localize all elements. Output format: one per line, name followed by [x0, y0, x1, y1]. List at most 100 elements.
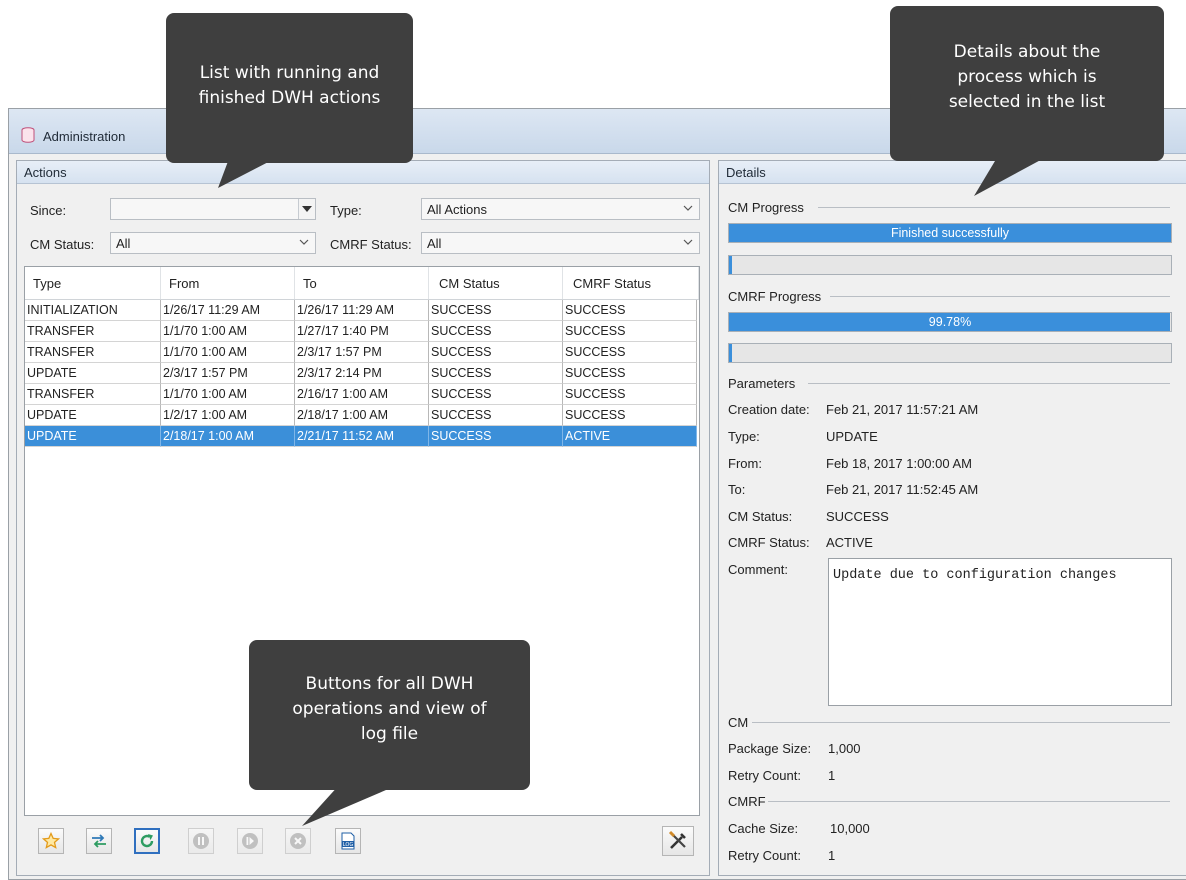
cell-cm-status: SUCCESS	[429, 300, 563, 321]
param-cm-status-value: SUCCESS	[826, 509, 889, 524]
table-row[interactable]: TRANSFER 1/1/70 1:00 AM 2/16/17 1:00 AM SUC…	[25, 384, 697, 405]
column-header-from[interactable]: From	[161, 267, 295, 299]
param-from-label: From:	[728, 456, 762, 471]
cell-type: UPDATE	[25, 405, 161, 426]
cmrf-status-select[interactable]: All	[421, 232, 700, 254]
since-dropdown-button[interactable]	[298, 199, 315, 219]
chevron-down-icon	[683, 239, 693, 245]
resume-icon	[242, 833, 258, 849]
parameters-label: Parameters	[728, 376, 796, 391]
separator	[808, 383, 1170, 384]
cmrf-section-label: CMRF	[728, 794, 766, 809]
cell-cm-status: SUCCESS	[429, 426, 563, 447]
cell-cmrf-status: ACTIVE	[563, 426, 697, 447]
cm-progress-bar: Finished successfully	[728, 223, 1172, 243]
cell-to: 2/3/17 2:14 PM	[295, 363, 429, 384]
cm-section-label: CM	[728, 715, 749, 730]
cell-cm-status: SUCCESS	[429, 321, 563, 342]
log-icon-text: LOG	[343, 842, 354, 848]
transfer-button[interactable]	[86, 828, 112, 854]
creation-date-label: Creation date:	[728, 402, 810, 417]
cmrf-progress-bar: 99.78%	[728, 312, 1172, 332]
cell-type: TRANSFER	[25, 342, 161, 363]
param-cm-status-label: CM Status:	[728, 509, 793, 524]
package-size-value: 1,000	[828, 741, 861, 756]
cell-cmrf-status: SUCCESS	[563, 384, 697, 405]
settings-button[interactable]	[662, 826, 694, 856]
param-cmrf-status-value: ACTIVE	[826, 535, 873, 550]
log-icon: LOG	[341, 832, 355, 850]
details-panel-title: Details	[726, 165, 766, 180]
table-row[interactable]: TRANSFER 1/1/70 1:00 AM 1/27/17 1:40 PM SUC…	[25, 321, 697, 342]
cm-progress-label: CM Progress	[728, 200, 804, 215]
package-size-label: Package Size:	[728, 741, 812, 756]
cmrf-retry-count-value: 1	[828, 848, 836, 863]
cm-status-select[interactable]: All	[110, 232, 316, 254]
column-header-to[interactable]: To	[295, 267, 429, 299]
actions-panel-title: Actions	[24, 165, 67, 180]
new-action-button[interactable]	[38, 828, 64, 854]
cell-type: INITIALIZATION	[25, 300, 161, 321]
cell-cmrf-status: SUCCESS	[563, 405, 697, 426]
column-header-type[interactable]: Type	[25, 267, 161, 299]
callout-list: List with running and finished DWH actio…	[166, 13, 413, 163]
type-select[interactable]: All Actions	[421, 198, 700, 220]
cell-to: 1/26/17 11:29 AM	[295, 300, 429, 321]
cmrf-progress-text: 99.78%	[928, 315, 972, 329]
table-row[interactable]: UPDATE 2/3/17 1:57 PM 2/3/17 2:14 PM SUCCES…	[25, 363, 697, 384]
column-header-cmrf-status[interactable]: CMRF Status	[563, 267, 699, 299]
comment-field[interactable]: Update due to configuration changes	[828, 558, 1172, 706]
cell-cmrf-status: SUCCESS	[563, 321, 697, 342]
transfer-icon	[92, 834, 106, 848]
dropdown-arrow-icon	[302, 206, 312, 212]
type-label: Type:	[330, 203, 362, 218]
callout-list-line: List with running and	[199, 63, 380, 83]
table-row[interactable]: INITIALIZATION 1/26/17 11:29 AM 1/26/17 11…	[25, 300, 697, 321]
callout-buttons-line: operations and view of	[292, 699, 487, 719]
separator	[818, 207, 1170, 208]
callout-details-line: Details about the	[953, 42, 1101, 62]
column-header-cm-status[interactable]: CM Status	[429, 267, 563, 299]
cell-to: 1/27/17 1:40 PM	[295, 321, 429, 342]
cell-type: UPDATE	[25, 363, 161, 384]
cell-cm-status: SUCCESS	[429, 342, 563, 363]
callout-details-line: selected in the list	[948, 92, 1106, 112]
pause-icon	[193, 833, 209, 849]
cell-cm-status: SUCCESS	[429, 363, 563, 384]
table-row[interactable]: UPDATE 2/18/17 1:00 AM 2/21/17 11:52 AM SUC…	[25, 426, 697, 447]
creation-date-value: Feb 21, 2017 11:57:21 AM	[826, 402, 979, 417]
window-title: Administration	[43, 129, 126, 144]
table-row[interactable]: TRANSFER 1/1/70 1:00 AM 2/3/17 1:57 PM SUCC…	[25, 342, 697, 363]
param-type-value: UPDATE	[826, 429, 878, 444]
since-label: Since:	[30, 203, 67, 218]
database-icon	[21, 127, 35, 143]
cache-size-value: 10,000	[830, 821, 870, 836]
cell-from: 1/26/17 11:29 AM	[161, 300, 295, 321]
refresh-button[interactable]	[134, 828, 160, 854]
cm-sub-progress-fill	[729, 256, 732, 274]
type-select-value: All Actions	[427, 202, 487, 217]
callout-details-line: process which is	[957, 67, 1097, 87]
param-cmrf-status-label: CMRF Status:	[728, 535, 810, 550]
cell-cm-status: SUCCESS	[429, 405, 563, 426]
star-icon	[42, 832, 60, 849]
separator	[752, 722, 1170, 723]
since-date-picker[interactable]	[110, 198, 316, 220]
cmrf-sub-progress-bar	[728, 343, 1172, 363]
param-from-value: Feb 18, 2017 1:00:00 AM	[826, 456, 972, 471]
cell-cmrf-status: SUCCESS	[563, 342, 697, 363]
separator	[830, 296, 1170, 297]
chevron-down-icon	[299, 239, 309, 245]
cell-type: TRANSFER	[25, 384, 161, 405]
cancel-icon	[290, 833, 306, 849]
cell-from: 1/1/70 1:00 AM	[161, 384, 295, 405]
tools-icon	[668, 830, 686, 849]
cm-retry-count-value: 1	[828, 768, 836, 783]
table-row[interactable]: UPDATE 1/2/17 1:00 AM 2/18/17 1:00 AM SUCCE…	[25, 405, 697, 426]
cell-from: 2/3/17 1:57 PM	[161, 363, 295, 384]
resume-button[interactable]	[237, 828, 263, 854]
cell-from: 1/2/17 1:00 AM	[161, 405, 295, 426]
cm-status-label: CM Status:	[30, 237, 95, 252]
pause-button[interactable]	[188, 828, 214, 854]
callout-buttons-line: Buttons for all DWH	[305, 674, 474, 694]
